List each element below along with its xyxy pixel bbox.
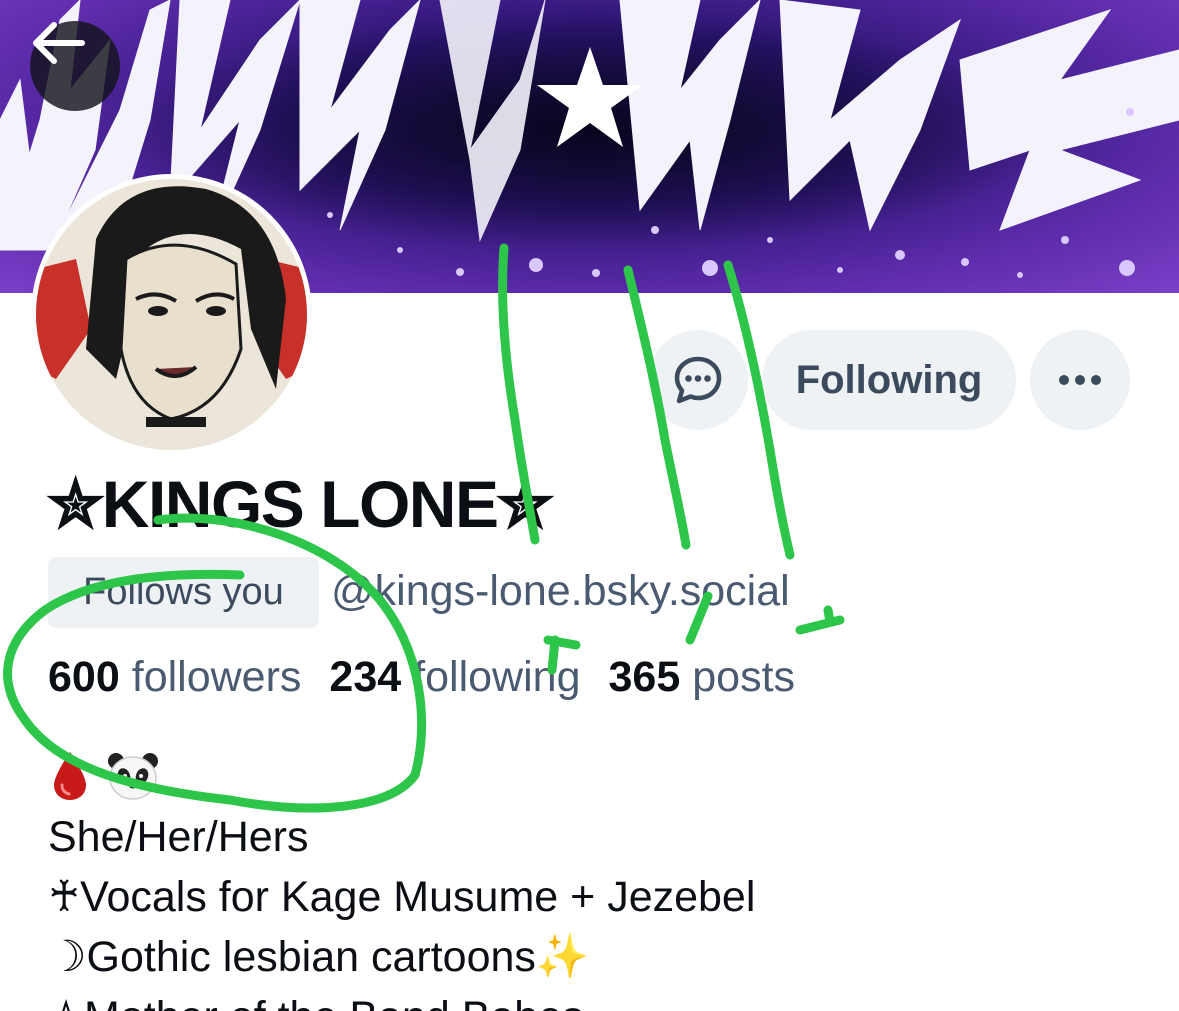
posts-label: posts bbox=[692, 653, 796, 701]
bio-cartoons: ☽Gothic lesbian cartoons✨ bbox=[48, 927, 1148, 987]
panda-face-icon bbox=[108, 753, 158, 800]
avatar-image bbox=[36, 179, 307, 450]
following-label: following bbox=[413, 653, 581, 701]
profile-stats: 600 followers 234 following 365 posts bbox=[48, 653, 795, 702]
followers-label: followers bbox=[131, 653, 302, 701]
posts-stat: 365 posts bbox=[609, 653, 796, 702]
following-stat[interactable]: 234 following bbox=[329, 653, 580, 702]
followers-stat[interactable]: 600 followers bbox=[48, 653, 301, 702]
bio-vocals: ♰Vocals for Kage Musume + Jezebel bbox=[48, 873, 756, 921]
bio-pronouns: She/Her/Hers bbox=[48, 813, 309, 861]
profile-page: Following ✮KINGS LONE✮ Follows you @king… bbox=[0, 0, 1179, 1011]
sparkles-icon: ✨ bbox=[535, 933, 590, 981]
profile-bio: She/Her/Hers ♰Vocals for Kage Musume + J… bbox=[48, 745, 1148, 1011]
posts-count: 365 bbox=[608, 653, 681, 701]
chat-bubble-icon bbox=[674, 356, 722, 404]
more-options-button[interactable] bbox=[1030, 330, 1130, 430]
bio-emoji-line bbox=[48, 745, 1148, 807]
drop-of-blood-icon bbox=[54, 752, 86, 800]
profile-handle[interactable]: @kings-lone.bsky.social bbox=[331, 567, 790, 616]
following-button[interactable]: Following bbox=[762, 330, 1016, 430]
display-name: ✮KINGS LONE✮ bbox=[48, 467, 553, 541]
bio-cartoons-text: ☽Gothic lesbian cartoons bbox=[48, 933, 536, 981]
ellipsis-icon bbox=[1059, 375, 1101, 385]
following-count: 234 bbox=[329, 653, 402, 701]
follows-you-badge: Follows you bbox=[48, 557, 319, 628]
bio-band-babes: ✮Mother of the Band Babes bbox=[48, 987, 1148, 1011]
followers-count: 600 bbox=[48, 653, 120, 701]
arrow-left-icon bbox=[33, 22, 85, 64]
message-button[interactable] bbox=[648, 330, 748, 430]
avatar[interactable] bbox=[31, 174, 312, 455]
annotation-mark-3 bbox=[795, 605, 845, 635]
back-button[interactable] bbox=[30, 21, 120, 111]
